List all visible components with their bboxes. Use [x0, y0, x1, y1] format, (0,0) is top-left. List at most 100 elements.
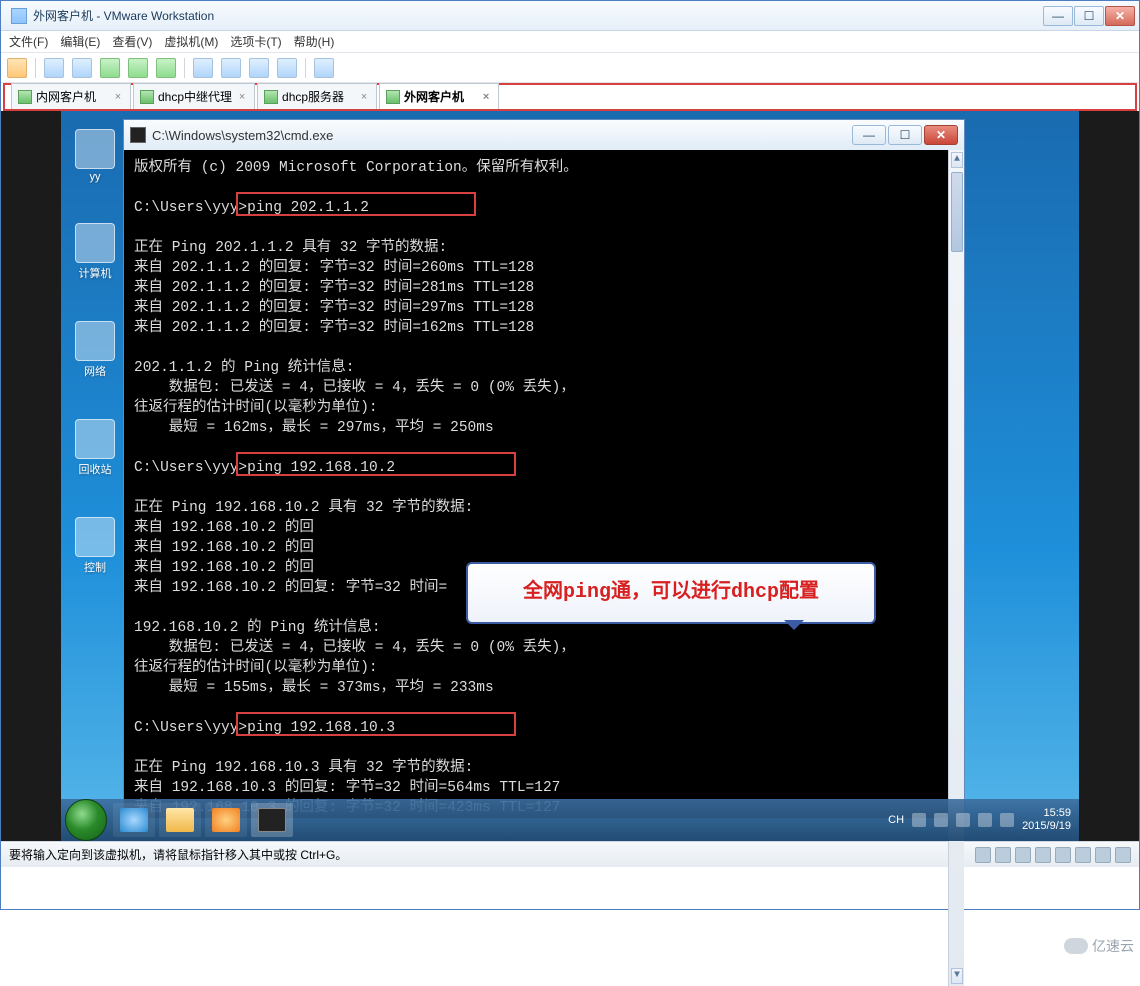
- menu-help[interactable]: 帮助(H): [294, 33, 335, 50]
- vm-icon: [18, 90, 32, 104]
- vmware-app-icon: [11, 8, 27, 24]
- vmware-minimize-button[interactable]: —: [1043, 6, 1073, 26]
- scroll-up-icon[interactable]: ▲: [951, 152, 963, 168]
- device-floppy-icon[interactable]: [1015, 847, 1031, 863]
- vmware-device-icons: [975, 847, 1131, 863]
- multi-monitor-icon[interactable]: [277, 58, 297, 78]
- desktop-icon-computer[interactable]: 计算机: [67, 223, 123, 281]
- desktop-icon-recycle[interactable]: 回收站: [67, 419, 123, 477]
- vmware-maximize-button[interactable]: ☐: [1074, 6, 1104, 26]
- menu-vm[interactable]: 虚拟机(M): [164, 33, 218, 50]
- language-indicator[interactable]: CH: [888, 814, 904, 826]
- tab-close-icon[interactable]: ×: [358, 91, 370, 103]
- power-on-icon[interactable]: [7, 58, 27, 78]
- cmd-output[interactable]: 版权所有 (c) 2009 Microsoft Corporation。保留所有…: [124, 150, 964, 986]
- vmware-title: 外网客户机 - VMware Workstation: [33, 7, 214, 24]
- tray-clock[interactable]: 15:59 2015/9/19: [1022, 807, 1071, 833]
- tray-keyboard-icon[interactable]: [934, 813, 948, 827]
- tab-external-client[interactable]: 外网客户机 ×: [379, 83, 499, 109]
- vmware-toolbar: [1, 53, 1139, 83]
- suspend-icon[interactable]: [44, 58, 64, 78]
- device-display-icon[interactable]: [1115, 847, 1131, 863]
- vm-icon: [264, 90, 278, 104]
- library-icon[interactable]: [314, 58, 334, 78]
- control-panel-icon: [75, 517, 115, 557]
- tab-internal-client[interactable]: 内网客户机 ×: [11, 83, 131, 109]
- device-cd-icon[interactable]: [995, 847, 1011, 863]
- desktop-icon-control-panel[interactable]: 控制: [67, 517, 123, 575]
- menu-edit[interactable]: 编辑(E): [60, 33, 100, 50]
- vmware-menubar: 文件(F) 编辑(E) 查看(V) 虚拟机(M) 选项卡(T) 帮助(H): [1, 31, 1139, 53]
- cmd-maximize-button[interactable]: ☐: [888, 125, 922, 145]
- vmware-guest-viewport[interactable]: yy 计算机 网络 回收站 控制: [1, 111, 1139, 841]
- device-printer-icon[interactable]: [1095, 847, 1111, 863]
- device-nic-icon[interactable]: [1035, 847, 1051, 863]
- tray-network-icon[interactable]: [978, 813, 992, 827]
- restart-icon[interactable]: [72, 58, 92, 78]
- vmware-tabs-highlight-box: 内网客户机 × dhcp中继代理 × dhcp服务器 × 外网客户机 ×: [3, 83, 1137, 111]
- computer-icon: [75, 223, 115, 263]
- cmd-window[interactable]: C:\Windows\system32\cmd.exe — ☐ ✕ 版权所有 (…: [123, 119, 965, 819]
- guest-desktop[interactable]: yy 计算机 网络 回收站 控制: [61, 111, 1079, 841]
- cmd-minimize-button[interactable]: —: [852, 125, 886, 145]
- tab-dhcp-relay[interactable]: dhcp中继代理 ×: [133, 83, 255, 109]
- tray-action-center-icon[interactable]: [956, 813, 970, 827]
- thumbnail-icon[interactable]: [249, 58, 269, 78]
- snapshot-icon[interactable]: [100, 58, 120, 78]
- ie-icon: [120, 808, 148, 832]
- watermark-text: 亿速云: [1092, 936, 1134, 956]
- toolbar-separator: [305, 58, 306, 78]
- desktop-icon-label: 回收站: [67, 461, 123, 477]
- desktop-icons: yy 计算机 网络 回收站 控制: [67, 129, 127, 615]
- desktop-icon-label: 网络: [67, 363, 123, 379]
- tab-dhcp-server[interactable]: dhcp服务器 ×: [257, 83, 377, 109]
- tab-close-icon[interactable]: ×: [480, 91, 492, 103]
- tab-label: 内网客户机: [36, 88, 96, 105]
- toolbar-separator: [35, 58, 36, 78]
- menu-view[interactable]: 查看(V): [112, 33, 152, 50]
- network-icon: [75, 321, 115, 361]
- snapshot-manager-icon[interactable]: [156, 58, 176, 78]
- device-usb-icon[interactable]: [1055, 847, 1071, 863]
- desktop-icon-label: 计算机: [67, 265, 123, 281]
- annotation-text: 全网ping通，可以进行dhcp配置: [523, 583, 819, 603]
- taskbar-media-player[interactable]: [205, 803, 247, 837]
- vmware-close-button[interactable]: ✕: [1105, 6, 1135, 26]
- folder-icon: [166, 808, 194, 832]
- desktop-icon-label: 控制: [67, 559, 123, 575]
- vmware-titlebar[interactable]: 外网客户机 - VMware Workstation — ☐ ✕: [1, 1, 1139, 31]
- clock-date: 2015/9/19: [1022, 820, 1071, 833]
- tray-flag-icon[interactable]: [912, 813, 926, 827]
- device-sound-icon[interactable]: [1075, 847, 1091, 863]
- desktop-icon-network[interactable]: 网络: [67, 321, 123, 379]
- tab-close-icon[interactable]: ×: [236, 91, 248, 103]
- system-tray[interactable]: CH 15:59 2015/9/19: [880, 807, 1079, 833]
- tray-volume-icon[interactable]: [1000, 813, 1014, 827]
- menu-file[interactable]: 文件(F): [9, 33, 48, 50]
- unity-icon[interactable]: [221, 58, 241, 78]
- cmd-title: C:\Windows\system32\cmd.exe: [152, 128, 333, 143]
- scroll-down-icon[interactable]: ▼: [951, 968, 963, 984]
- revert-icon[interactable]: [128, 58, 148, 78]
- taskbar-ie[interactable]: [113, 803, 155, 837]
- tab-label: dhcp服务器: [282, 88, 344, 105]
- tab-close-icon[interactable]: ×: [112, 91, 124, 103]
- cmd-task-icon: [258, 808, 286, 832]
- toolbar-separator: [184, 58, 185, 78]
- start-button[interactable]: [65, 799, 107, 841]
- taskbar-explorer[interactable]: [159, 803, 201, 837]
- cmd-icon: [130, 127, 146, 143]
- cmd-titlebar[interactable]: C:\Windows\system32\cmd.exe — ☐ ✕: [124, 120, 964, 150]
- device-hdd-icon[interactable]: [975, 847, 991, 863]
- guest-taskbar[interactable]: CH 15:59 2015/9/19: [61, 799, 1079, 841]
- fullscreen-icon[interactable]: [193, 58, 213, 78]
- scroll-thumb[interactable]: [951, 172, 963, 252]
- desktop-icon-user[interactable]: yy: [67, 129, 123, 183]
- desktop-icon-label: yy: [67, 171, 123, 183]
- cmd-scrollbar[interactable]: ▲ ▼: [948, 150, 964, 986]
- tab-label: dhcp中继代理: [158, 88, 232, 105]
- taskbar-cmd[interactable]: [251, 803, 293, 837]
- cmd-close-button[interactable]: ✕: [924, 125, 958, 145]
- vm-icon: [386, 90, 400, 104]
- menu-tabs[interactable]: 选项卡(T): [230, 33, 281, 50]
